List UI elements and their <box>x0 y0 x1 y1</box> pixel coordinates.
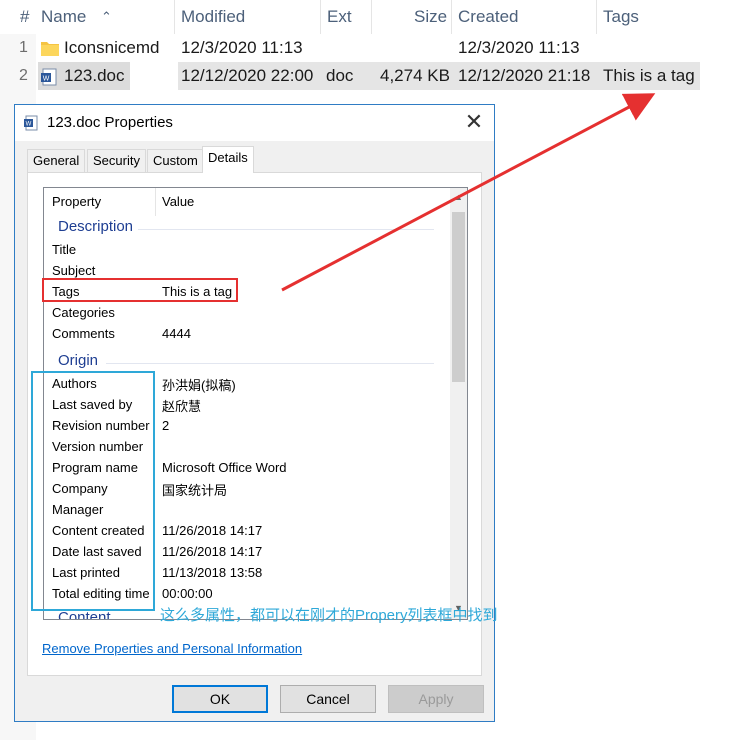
row-number: 1 <box>19 39 28 56</box>
prop-comments[interactable]: Comments <box>52 326 115 341</box>
file-tags: This is a tag <box>603 66 695 85</box>
file-row-123-doc[interactable]: 2 W 123.doc 12/12/2020 22:00 doc 4,274 K… <box>0 62 700 90</box>
prop-subject[interactable]: Subject <box>52 263 95 278</box>
file-row-iconsnicemd[interactable]: 1 Iconsnicemd 12/3/2020 11:13 12/3/2020 … <box>0 34 700 62</box>
column-divider[interactable] <box>320 0 321 34</box>
file-modified: 12/12/2020 22:00 <box>181 66 314 85</box>
file-name: 123.doc <box>64 66 125 85</box>
column-header-ext[interactable]: Ext <box>327 0 352 34</box>
prop-last-printed-value[interactable]: 11/13/2018 13:58 <box>162 565 262 580</box>
dialog-title: 123.doc Properties <box>47 114 173 131</box>
column-header-modified[interactable]: Modified <box>181 0 245 34</box>
group-divider <box>106 363 434 364</box>
tab-details[interactable]: Details <box>202 146 254 173</box>
annotation-red-box <box>42 278 238 302</box>
file-name: Iconsnicemd <box>64 38 160 57</box>
column-header-name[interactable]: Name <box>41 0 86 34</box>
scrollbar-thumb[interactable] <box>452 212 465 382</box>
file-ext: doc <box>326 66 354 85</box>
prop-last-saved-by-value[interactable]: 赵欣慧 <box>162 396 201 415</box>
sort-ascending-icon: ⌃ <box>101 9 112 24</box>
column-divider[interactable] <box>596 0 597 34</box>
column-divider[interactable] <box>451 0 452 34</box>
group-description: Description <box>58 218 134 235</box>
prop-company-value[interactable]: 国家统计局 <box>162 480 227 499</box>
file-modified: 12/3/2020 11:13 <box>181 38 303 57</box>
column-divider[interactable] <box>371 0 372 34</box>
column-divider[interactable] <box>174 0 175 34</box>
dialog-titlebar[interactable]: W 123.doc Properties ✕ <box>15 105 494 141</box>
ok-button[interactable]: OK <box>172 685 268 713</box>
column-header-number[interactable]: # <box>20 0 29 34</box>
column-header-property[interactable]: Property <box>52 188 101 216</box>
group-origin: Origin <box>58 352 99 369</box>
scroll-up-arrow-icon[interactable]: ▲ <box>450 192 467 202</box>
annotation-caption: 这么多属性，都可以在刚才的Propery列表框中找到 <box>160 607 498 624</box>
prop-total-editing-time-value[interactable]: 00:00:00 <box>162 586 213 601</box>
prop-content-created-value[interactable]: 11/26/2018 14:17 <box>162 523 262 538</box>
tab-general[interactable]: General <box>27 149 86 172</box>
column-header-value[interactable]: Value <box>162 188 194 216</box>
word-doc-icon: W <box>40 67 58 95</box>
row-number: 2 <box>19 67 28 84</box>
word-doc-icon: W <box>23 115 39 136</box>
svg-text:W: W <box>43 76 50 83</box>
column-header-created[interactable]: Created <box>458 0 518 34</box>
file-created: 12/12/2020 21:18 <box>458 66 591 85</box>
column-header-size[interactable]: Size <box>414 0 447 34</box>
vertical-scrollbar[interactable]: ▲ ▼ <box>450 188 467 619</box>
group-divider <box>138 229 434 230</box>
file-created: 12/3/2020 11:13 <box>458 38 580 57</box>
close-icon[interactable]: ✕ <box>461 109 487 135</box>
prop-title[interactable]: Title <box>52 242 76 257</box>
column-header-tags[interactable]: Tags <box>603 0 639 34</box>
prop-program-name-value[interactable]: Microsoft Office Word <box>162 460 287 475</box>
svg-text:W: W <box>26 122 32 128</box>
tab-custom[interactable]: Custom <box>147 149 204 172</box>
prop-revision-number-value[interactable]: 2 <box>162 418 169 433</box>
file-size: 4,274 KB <box>380 66 450 85</box>
prop-date-last-saved-value[interactable]: 11/26/2018 14:17 <box>162 544 262 559</box>
tab-security[interactable]: Security <box>87 149 146 172</box>
prop-categories[interactable]: Categories <box>52 305 115 320</box>
column-divider[interactable] <box>155 188 156 216</box>
prop-comments-value[interactable]: 4444 <box>162 326 191 341</box>
prop-authors-value[interactable]: 孙洪娟(拟稿) <box>162 375 236 394</box>
remove-properties-link[interactable]: Remove Properties and Personal Informati… <box>42 641 302 656</box>
annotation-blue-box <box>31 371 155 611</box>
cancel-button[interactable]: Cancel <box>280 685 376 713</box>
apply-button[interactable]: Apply <box>388 685 484 713</box>
